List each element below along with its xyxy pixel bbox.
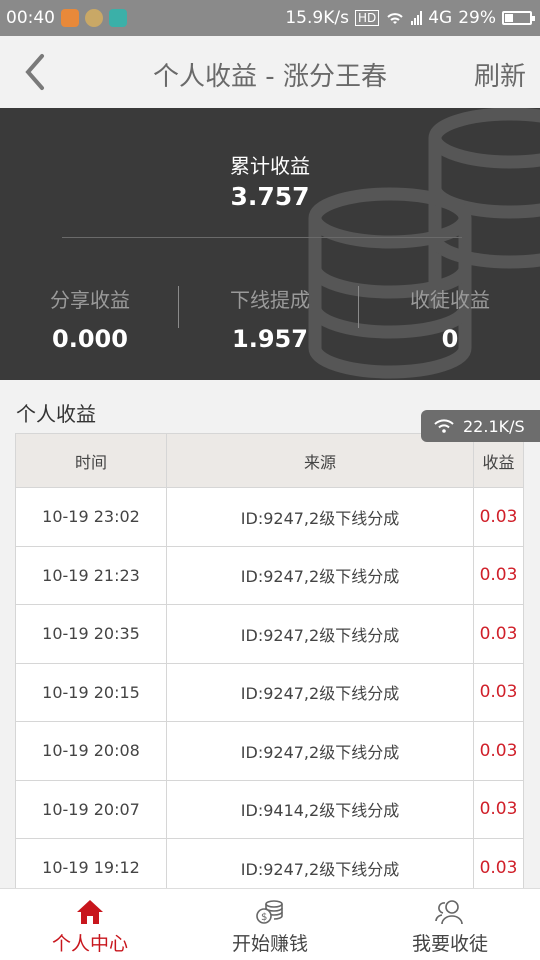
nav-label: 开始赚钱 [231, 933, 308, 955]
stat-value: 0 [441, 325, 459, 353]
earnings-table: 时间 来源 收益 10-19 23:02 ID:9247,2级下线分成 0.03… [15, 433, 524, 899]
time-cell: 10-19 23:02 [16, 488, 167, 546]
total-earnings-value: 3.757 [230, 182, 310, 211]
table-row: 10-19 20:07 ID:9414,2级下线分成 0.03 [16, 780, 523, 839]
bottom-nav: 个人中心 $ 开始赚钱 我要收徒 [0, 888, 540, 960]
stat-value: 0.000 [52, 325, 128, 353]
table-row: 10-19 20:15 ID:9247,2级下线分成 0.03 [16, 663, 523, 722]
overlay-speed-text: 22.1K/S [463, 416, 525, 436]
divider [358, 286, 359, 328]
wifi-icon [434, 419, 454, 433]
app-header: 个人收益 - 涨分王春 刷新 [0, 36, 540, 108]
source-cell: ID:9414,2级下线分成 [167, 780, 474, 838]
amount-cell: 0.03 [479, 682, 518, 703]
clock: 00:40 [6, 8, 55, 28]
app-notification-icon [85, 9, 103, 27]
nav-personal-center[interactable]: 个人中心 [0, 889, 180, 960]
network-speed: 15.9K/s [285, 8, 349, 28]
amount-cell: 0.03 [479, 623, 518, 644]
stat-label: 收徒收益 [410, 288, 490, 312]
network-type: 4G [428, 8, 453, 28]
refresh-button[interactable]: 刷新 [474, 56, 526, 93]
section-title: 个人收益 [16, 402, 96, 426]
divider [62, 237, 462, 238]
battery-percent: 29% [458, 8, 496, 28]
table-row: 10-19 20:08 ID:9247,2级下线分成 0.03 [16, 722, 523, 781]
source-cell: ID:9247,2级下线分成 [167, 663, 474, 721]
time-cell: 10-19 20:35 [16, 605, 167, 663]
nav-recruit-apprentice[interactable]: 我要收徒 [360, 889, 540, 960]
stat-label: 分享收益 [50, 288, 130, 312]
battery-icon [502, 11, 535, 25]
earnings-summary: 累计收益 3.757 分享收益 0.000 下线提成 1.957 收徒收益 0 [0, 108, 540, 380]
table-row: 10-19 23:02 ID:9247,2级下线分成 0.03 [16, 488, 523, 547]
time-cell: 10-19 20:08 [16, 722, 167, 780]
app-notification-icon [61, 9, 79, 27]
network-speed-overlay[interactable]: 22.1K/S [421, 410, 540, 442]
stat-label: 下线提成 [230, 288, 310, 312]
amount-cell: 0.03 [479, 740, 518, 761]
svg-text:$: $ [261, 912, 267, 923]
app-notification-icon [109, 9, 127, 27]
page-title: 个人收益 - 涨分王春 [153, 62, 387, 92]
users-icon [435, 900, 463, 925]
status-bar: 00:40 15.9K/s HD 4G 29% [0, 0, 540, 36]
table-header-row: 时间 来源 收益 [16, 434, 523, 488]
divider [178, 286, 179, 328]
total-earnings-label: 累计收益 [230, 154, 310, 178]
source-cell: ID:9247,2级下线分成 [167, 488, 474, 546]
stat-value: 1.957 [232, 325, 308, 353]
coins-icon: $ [256, 900, 283, 924]
source-cell: ID:9247,2级下线分成 [167, 546, 474, 604]
time-cell: 10-19 20:07 [16, 780, 167, 838]
amount-cell: 0.03 [479, 565, 518, 586]
amount-cell: 0.03 [479, 506, 518, 527]
nav-start-earning[interactable]: $ 开始赚钱 [180, 889, 360, 960]
table-row: 10-19 20:35 ID:9247,2级下线分成 0.03 [16, 605, 523, 664]
source-cell: ID:9247,2级下线分成 [167, 722, 474, 780]
hd-icon: HD [354, 10, 380, 26]
table-row: 10-19 21:23 ID:9247,2级下线分成 0.03 [16, 546, 523, 605]
time-cell: 10-19 21:23 [16, 546, 167, 604]
column-header-time: 时间 [16, 434, 167, 487]
nav-label: 我要收徒 [411, 933, 488, 955]
source-cell: ID:9247,2级下线分成 [167, 605, 474, 663]
apprentice-earnings-stat: 收徒收益 0 [360, 284, 540, 353]
home-icon [77, 900, 103, 924]
downline-commission-stat: 下线提成 1.957 [180, 284, 360, 353]
time-cell: 10-19 20:15 [16, 663, 167, 721]
wifi-icon [387, 13, 403, 24]
signal-icon [411, 11, 423, 25]
amount-cell: 0.03 [479, 799, 518, 820]
nav-label: 个人中心 [51, 933, 128, 955]
share-earnings-stat: 分享收益 0.000 [0, 284, 180, 353]
